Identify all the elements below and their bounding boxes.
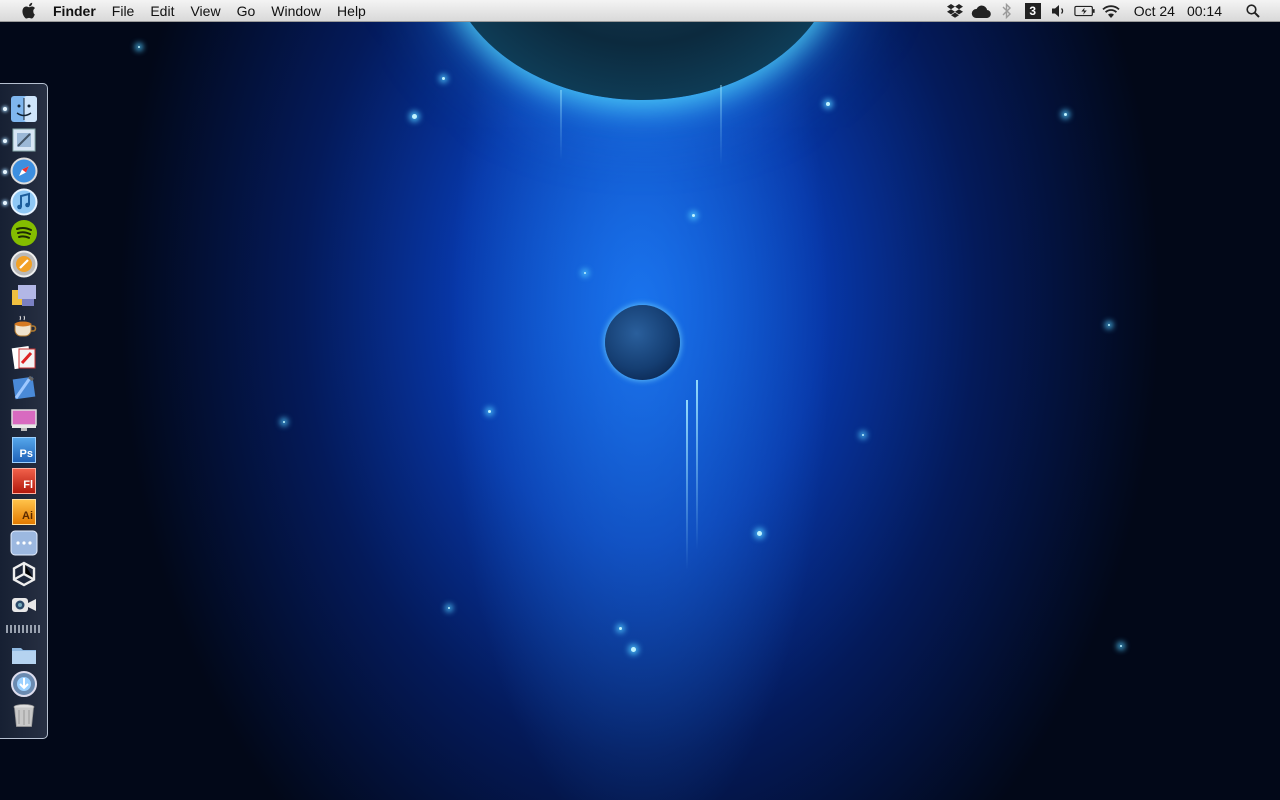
photoshop-label: Ps bbox=[19, 448, 33, 460]
dock-cssedit-icon[interactable] bbox=[9, 342, 39, 372]
star bbox=[862, 434, 864, 436]
running-indicator bbox=[3, 170, 7, 174]
dock: Ps Fl Ai bbox=[0, 83, 48, 739]
dock-photoshop-icon[interactable]: Ps bbox=[9, 435, 39, 465]
menu-file[interactable]: File bbox=[104, 0, 143, 22]
dock-trash-icon[interactable] bbox=[9, 700, 39, 730]
dock-safari-icon[interactable] bbox=[9, 156, 39, 186]
star bbox=[412, 114, 417, 119]
dock-xcode-icon[interactable] bbox=[9, 373, 39, 403]
dock-reeder-icon[interactable] bbox=[9, 249, 39, 279]
dock-transmit-icon[interactable] bbox=[9, 280, 39, 310]
light-streak bbox=[686, 400, 688, 570]
menu-view[interactable]: View bbox=[182, 0, 228, 22]
star bbox=[1064, 113, 1067, 116]
menu-bar: Finder File Edit View Go Window Help 3 O… bbox=[0, 0, 1280, 22]
star bbox=[619, 627, 622, 630]
battery-icon[interactable] bbox=[1074, 0, 1096, 22]
star bbox=[138, 46, 140, 48]
star bbox=[283, 421, 285, 423]
volume-icon[interactable] bbox=[1048, 0, 1070, 22]
menu-window[interactable]: Window bbox=[263, 0, 329, 22]
running-indicator bbox=[3, 139, 7, 143]
star bbox=[1120, 645, 1122, 647]
menu-app-finder[interactable]: Finder bbox=[47, 0, 104, 22]
star bbox=[1108, 324, 1110, 326]
dock-separator bbox=[6, 625, 42, 633]
wifi-icon[interactable] bbox=[1100, 0, 1122, 22]
star bbox=[442, 77, 445, 80]
calendar-badge-icon[interactable]: 3 bbox=[1022, 0, 1044, 22]
dock-illustrator-icon[interactable]: Ai bbox=[9, 497, 39, 527]
dock-more-apps-icon[interactable] bbox=[9, 528, 39, 558]
wallpaper-moon bbox=[605, 305, 680, 380]
dock-coffee-icon[interactable] bbox=[9, 311, 39, 341]
dock-unity-icon[interactable] bbox=[9, 559, 39, 589]
running-indicator bbox=[3, 107, 7, 111]
menu-help[interactable]: Help bbox=[329, 0, 374, 22]
illustrator-label: Ai bbox=[22, 510, 33, 522]
star bbox=[757, 531, 762, 536]
menubar-time[interactable]: 00:14 bbox=[1183, 0, 1226, 22]
dock-downloads-stack-icon[interactable] bbox=[9, 669, 39, 699]
star bbox=[826, 102, 830, 106]
star bbox=[692, 214, 695, 217]
star bbox=[488, 410, 491, 413]
dock-imac-icon[interactable] bbox=[9, 404, 39, 434]
icloud-icon[interactable] bbox=[970, 0, 992, 22]
desktop: Finder File Edit View Go Window Help 3 O… bbox=[0, 0, 1280, 800]
running-indicator bbox=[3, 201, 7, 205]
menu-go[interactable]: Go bbox=[229, 0, 264, 22]
bluetooth-icon[interactable] bbox=[996, 0, 1018, 22]
flash-label: Fl bbox=[23, 479, 33, 491]
star bbox=[631, 647, 636, 652]
menubar-date[interactable]: Oct 24 bbox=[1130, 0, 1179, 22]
light-streak bbox=[696, 380, 698, 550]
light-streak bbox=[720, 85, 722, 165]
star bbox=[584, 272, 586, 274]
menu-edit[interactable]: Edit bbox=[142, 0, 182, 22]
spotlight-icon[interactable] bbox=[1242, 0, 1264, 22]
star bbox=[448, 607, 450, 609]
dock-itunes-icon[interactable] bbox=[9, 187, 39, 217]
dropbox-icon[interactable] bbox=[944, 0, 966, 22]
calendar-badge-count: 3 bbox=[1024, 3, 1041, 19]
dock-facetime-icon[interactable] bbox=[9, 590, 39, 620]
dock-finder-icon[interactable] bbox=[9, 94, 39, 124]
dock-flash-icon[interactable]: Fl bbox=[9, 466, 39, 496]
dock-spotify-icon[interactable] bbox=[9, 218, 39, 248]
dock-documents-folder-icon[interactable] bbox=[9, 639, 39, 669]
dock-mail-icon[interactable] bbox=[9, 125, 39, 155]
apple-icon[interactable] bbox=[19, 2, 37, 20]
light-streak bbox=[560, 90, 562, 160]
